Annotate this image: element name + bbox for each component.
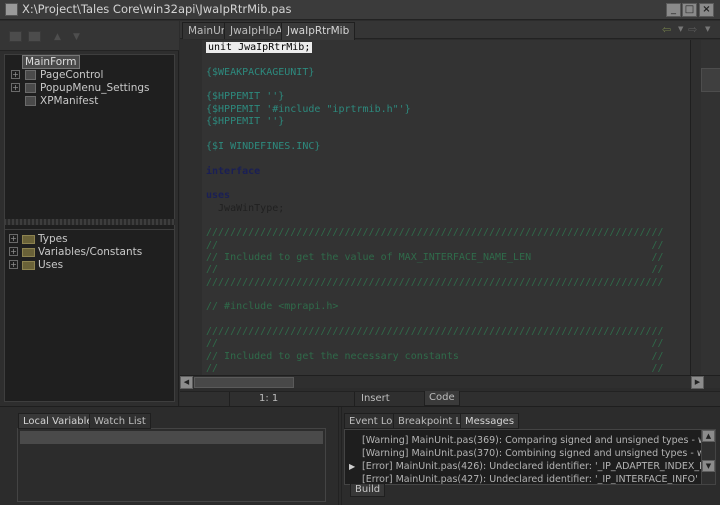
code-line[interactable]: {$HPPEMIT '#include "iprtrmib.h"'} (206, 103, 411, 116)
tree-root[interactable]: MainForm (22, 55, 80, 69)
tab-messages[interactable]: Messages (460, 413, 520, 429)
scroll-right-icon[interactable]: ▶ (691, 376, 704, 389)
code-line[interactable]: unit JwaIpRtrMib; (206, 41, 313, 54)
scroll-thumb[interactable] (701, 68, 720, 92)
messages-list: [Warning] MainUnit.pas(369): Comparing s… (344, 429, 716, 485)
expand-icon[interactable]: + (9, 247, 18, 256)
code-line[interactable]: // #include <mprapi.h> (206, 300, 338, 313)
tab-build[interactable]: Build (350, 484, 386, 497)
folder-icon (22, 235, 35, 244)
code-line[interactable]: {$WEAKPACKAGEUNIT} (206, 66, 314, 79)
code-line[interactable]: JwaWinType; (206, 202, 284, 215)
tab-watch-list[interactable]: Watch List (89, 413, 151, 429)
close-icon[interactable]: × (699, 3, 714, 17)
scroll-up-icon[interactable]: ▲ (702, 430, 715, 442)
horizontal-scrollbar[interactable]: ◀ ▶ (180, 375, 720, 389)
editor-status-bar: 1: 1 Insert Code (180, 391, 720, 407)
code-line[interactable]: // Included to get the necessary constan… (206, 350, 664, 363)
expand-icon[interactable]: + (11, 70, 20, 79)
maximize-icon[interactable]: □ (682, 3, 697, 17)
expand-icon[interactable]: + (11, 83, 20, 92)
vertical-scrollbar[interactable] (690, 40, 720, 375)
code-explorer: + Types + Variables/Constants + Uses (4, 229, 175, 402)
window-title: X:\Project\Tales Core\win32api\JwaIpRtrM… (22, 2, 292, 16)
new-folder-icon[interactable] (9, 31, 22, 42)
back-dropdown-icon[interactable]: ▼ (678, 25, 683, 33)
code-line[interactable]: // // (206, 362, 664, 375)
message-item[interactable]: [Warning] MainUnit.pas(369): Comparing s… (362, 434, 715, 447)
structure-toolbar: ▲ ▼ (0, 21, 179, 51)
arrow-up-icon[interactable]: ▲ (54, 32, 61, 42)
back-icon[interactable]: ⇦ (662, 23, 671, 36)
folder-icon (22, 248, 35, 257)
structure-panel: ▲ ▼ MainForm + PageControl + PopupMenu_S… (0, 21, 179, 406)
code-editor: MainUnit JwaIpHlpApi JwaIpRtrMib ⇦ ▼ ⇨ ▼… (180, 21, 720, 407)
component-icon (25, 70, 36, 80)
bottom-panels: Local Variables Watch List Event Log Bre… (0, 406, 720, 505)
code-line[interactable]: // Included to get the value of MAX_INTE… (206, 251, 664, 264)
folder-icon (22, 261, 35, 270)
code-line[interactable]: interface (206, 165, 260, 178)
cursor-position: 1: 1 (259, 393, 279, 404)
code-line[interactable]: ////////////////////////////////////////… (206, 226, 664, 239)
editor-gutter (180, 40, 202, 375)
expand-icon[interactable]: + (9, 234, 18, 243)
local-variables-panel (17, 428, 326, 502)
scroll-down-icon[interactable]: ▼ (702, 460, 715, 472)
app-icon[interactable] (5, 3, 18, 16)
scroll-left-icon[interactable]: ◀ (180, 376, 193, 389)
code-area[interactable]: unit JwaIpRtrMib; {$WEAKPACKAGEUNIT} {$HPP… (202, 40, 690, 375)
title-bar: X:\Project\Tales Core\win32api\JwaIpRtrM… (0, 0, 720, 20)
object-tree: MainForm + PageControl + PopupMenu_Setti… (4, 54, 175, 237)
forward-dropdown-icon[interactable]: ▼ (705, 25, 710, 33)
insert-mode: Insert (361, 393, 390, 404)
editor-tab-bar: MainUnit JwaIpHlpApi JwaIpRtrMib ⇦ ▼ ⇨ ▼ (180, 21, 720, 40)
code-line[interactable]: // // (206, 337, 664, 350)
variables-header (20, 431, 323, 444)
code-line[interactable]: {$HPPEMIT ''} (206, 115, 284, 128)
messages-scrollbar[interactable]: ▲ ▼ (701, 430, 715, 484)
code-line[interactable]: ////////////////////////////////////////… (206, 276, 664, 289)
arrow-down-icon[interactable]: ▼ (73, 32, 80, 42)
expand-icon[interactable]: + (9, 260, 18, 269)
code-line[interactable]: {$I WINDEFINES.INC} (206, 140, 320, 153)
current-message-marker-icon: ▶ (349, 462, 356, 471)
message-item[interactable]: [Warning] MainUnit.pas(370): Combining s… (362, 447, 715, 460)
panel-splitter[interactable] (4, 219, 175, 225)
scroll-thumb[interactable] (194, 377, 294, 388)
message-item[interactable]: [Error] MainUnit.pas(427): Undeclared id… (362, 473, 698, 484)
tab-code[interactable]: Code (424, 391, 460, 406)
code-line[interactable]: ////////////////////////////////////////… (206, 325, 664, 338)
forward-icon[interactable]: ⇨ (688, 23, 697, 36)
code-line[interactable]: uses (206, 189, 230, 202)
code-line[interactable]: // // (206, 239, 664, 252)
code-line[interactable]: {$HPPEMIT ''} (206, 90, 284, 103)
bottom-splitter[interactable] (338, 407, 342, 505)
delete-icon[interactable] (28, 31, 41, 42)
minimize-icon[interactable]: _ (666, 3, 681, 17)
tab-jwaiprtrmib[interactable]: JwaIpRtrMib (281, 22, 356, 40)
message-item[interactable]: [Error] MainUnit.pas(426): Undeclared id… (362, 460, 715, 473)
code-line[interactable]: // // (206, 263, 664, 276)
component-icon (25, 96, 36, 106)
component-icon (25, 83, 36, 93)
